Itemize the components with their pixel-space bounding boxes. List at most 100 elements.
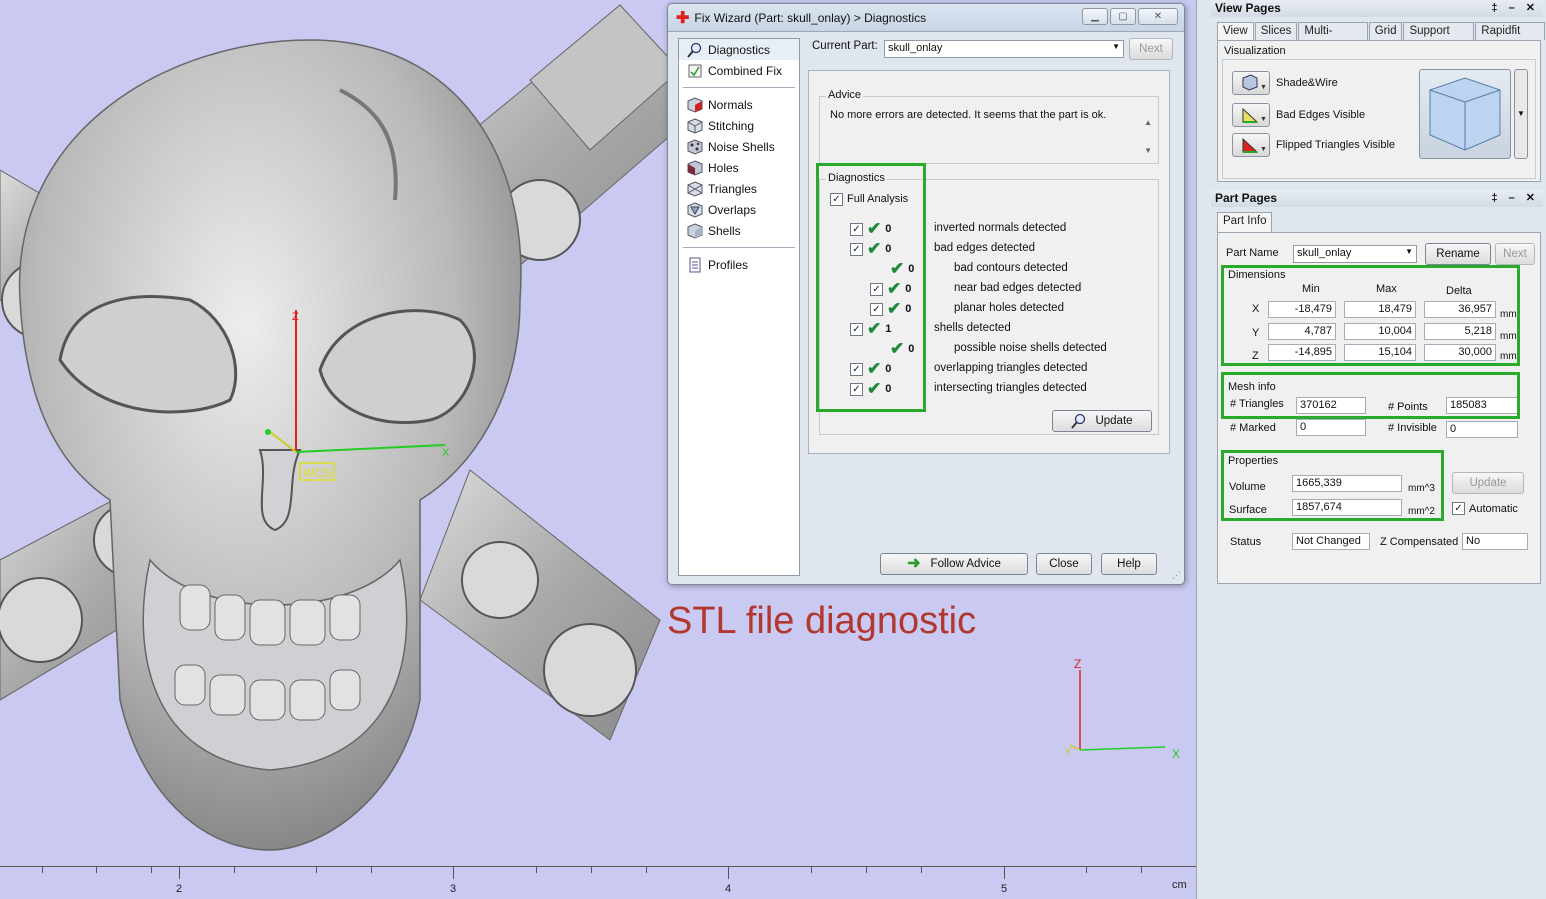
diag-label: planar holes detected (954, 302, 1064, 314)
automatic-label: Automatic (1469, 502, 1518, 515)
holes-cube-icon (687, 159, 703, 176)
z-compensated-value: No (1462, 533, 1528, 550)
checkbox-checked[interactable]: ✓ (1452, 502, 1465, 515)
svg-text:▼: ▼ (1260, 146, 1267, 153)
follow-advice-button[interactable]: ➜ Follow Advice (880, 553, 1028, 575)
tab-grid[interactable]: Grid (1368, 22, 1403, 40)
view-cube-button[interactable] (1419, 69, 1511, 159)
nav-label: Shells (708, 223, 741, 238)
red-cross-icon: ✚ (676, 9, 690, 27)
nav-item-noise-shells[interactable]: Noise Shells (679, 136, 799, 157)
dock-controls[interactable]: ‡ – ✕ (1491, 0, 1539, 17)
shade-wire-button[interactable]: ▼ (1232, 71, 1270, 95)
next-button[interactable]: Next (1129, 38, 1173, 60)
view-pages-title: View Pages (1215, 1, 1281, 15)
part-pages-title: Part Pages (1215, 191, 1278, 205)
view-cube-icon (1429, 77, 1501, 151)
ruler-tick-4: 4 (725, 883, 732, 895)
status-label: Status (1230, 536, 1262, 548)
svg-text:▼: ▼ (1260, 116, 1267, 123)
resize-grip-icon[interactable]: ⋰ (1172, 570, 1181, 581)
next-part-button[interactable]: Next (1495, 243, 1535, 265)
dialog-title: Fix Wizard (Part: skull_onlay) > Diagnos… (694, 10, 927, 25)
diag-label: possible noise shells detected (954, 342, 1107, 354)
invisible-value: 0 (1446, 421, 1518, 438)
tab-view[interactable]: View (1217, 22, 1254, 40)
nav-label: Noise Shells (708, 139, 775, 154)
flipped-triangles-icon: ▼ (1242, 137, 1267, 153)
view-pages-tabs: View Slices Multi-Section Grid Support V… (1217, 22, 1546, 54)
diag-label: inverted normals detected (934, 222, 1067, 234)
follow-advice-label: Follow Advice (930, 558, 1001, 570)
nav-item-shells[interactable]: Shells (679, 220, 799, 241)
advice-text: No more errors are detected. It seems th… (830, 109, 1107, 121)
diag-label: intersecting triangles detected (934, 382, 1087, 394)
flipped-triangles-button[interactable]: ▼ (1232, 133, 1270, 157)
view-dropdown-button[interactable]: ▼ (1514, 69, 1528, 159)
scrollbar[interactable]: ▲ ▼ (1144, 109, 1152, 165)
dock-controls[interactable]: ‡ – ✕ (1491, 190, 1539, 207)
overlaps-cube-icon (687, 201, 703, 218)
highlight-dimensions (1221, 265, 1520, 366)
diag-label: overlapping triangles detected (934, 362, 1088, 374)
help-button[interactable]: Help (1101, 553, 1157, 575)
nav-label: Overlaps (708, 202, 757, 217)
highlight-properties (1221, 450, 1444, 521)
tab-multi-section[interactable]: Multi-Section (1298, 22, 1368, 54)
tab-rapidfit-view[interactable]: Rapidfit View (1475, 22, 1545, 54)
part-name-label: Part Name (1226, 247, 1279, 259)
nav-label: Holes (708, 160, 739, 175)
wcs-label: WCS (303, 466, 331, 480)
properties-update-button[interactable]: Update (1452, 472, 1524, 494)
tab-part-info[interactable]: Part Info (1217, 212, 1273, 232)
rename-button[interactable]: Rename (1425, 243, 1491, 265)
nav-item-holes[interactable]: Holes (679, 157, 799, 178)
nav-item-triangles[interactable]: Triangles (679, 178, 799, 199)
svg-text:Z: Z (292, 311, 299, 323)
nav-item-diagnostics[interactable]: Diagnostics (679, 39, 799, 60)
ruler: 2 3 4 5 cm (0, 866, 1196, 899)
minimize-button[interactable]: ▁ (1082, 8, 1108, 25)
bad-edges-icon: ▼ (1242, 107, 1267, 123)
ruler-unit: cm (1172, 879, 1187, 891)
triangles-cube-icon (687, 180, 703, 197)
dialog-title-bar[interactable]: ✚ Fix Wizard (Part: skull_onlay) > Diagn… (668, 4, 1184, 32)
automatic-checkbox[interactable]: ✓ Automatic (1452, 502, 1518, 515)
maximize-button[interactable]: ▢ (1110, 8, 1136, 25)
svg-text:X: X (1172, 747, 1180, 761)
tab-support-view[interactable]: Support View (1403, 22, 1475, 54)
svg-text:Y: Y (1064, 746, 1072, 758)
highlight-diagnostics (816, 163, 926, 412)
nav-label: Normals (708, 97, 753, 112)
nav-item-profiles[interactable]: Profiles (679, 254, 799, 275)
magnifier-icon (687, 42, 702, 58)
caption-text: STL file diagnostic (667, 600, 977, 642)
nav-item-stitching[interactable]: Stitching (679, 115, 799, 136)
current-part-select[interactable]: skull_onlay ▼ (884, 40, 1124, 58)
nav-label: Profiles (708, 257, 749, 272)
magnifier-icon (1071, 413, 1086, 429)
part-name-select[interactable]: skull_onlay ▼ (1293, 245, 1417, 263)
combined-fix-icon (688, 64, 702, 77)
vis-item-label: Flipped Triangles Visible (1276, 139, 1396, 151)
close-window-button[interactable]: ✕ (1138, 8, 1178, 25)
svg-text:Z: Z (1074, 657, 1081, 671)
svg-text:X: X (442, 447, 450, 459)
nav-item-combined-fix[interactable]: Combined Fix (679, 60, 799, 81)
vis-item-label: Shade&Wire (1276, 77, 1338, 89)
crossbone-right-bottom (419, 469, 661, 741)
svg-text:▼: ▼ (1260, 84, 1267, 91)
nav-item-normals[interactable]: Normals (679, 94, 799, 115)
advice-group: Advice No more errors are detected. It s… (819, 89, 1159, 165)
document-icon (689, 257, 701, 272)
close-button[interactable]: Close (1036, 553, 1092, 575)
diag-label: bad contours detected (954, 262, 1068, 274)
nav-item-overlaps[interactable]: Overlaps (679, 199, 799, 220)
visualization-title: Visualization (1224, 45, 1286, 57)
bad-edges-button[interactable]: ▼ (1232, 103, 1270, 127)
tab-slices[interactable]: Slices (1254, 22, 1298, 40)
diag-label: bad edges detected (934, 242, 1036, 254)
update-button[interactable]: Update (1052, 410, 1152, 432)
nav-label: Combined Fix (708, 63, 783, 78)
corner-axes: Z X Y (1064, 657, 1180, 761)
